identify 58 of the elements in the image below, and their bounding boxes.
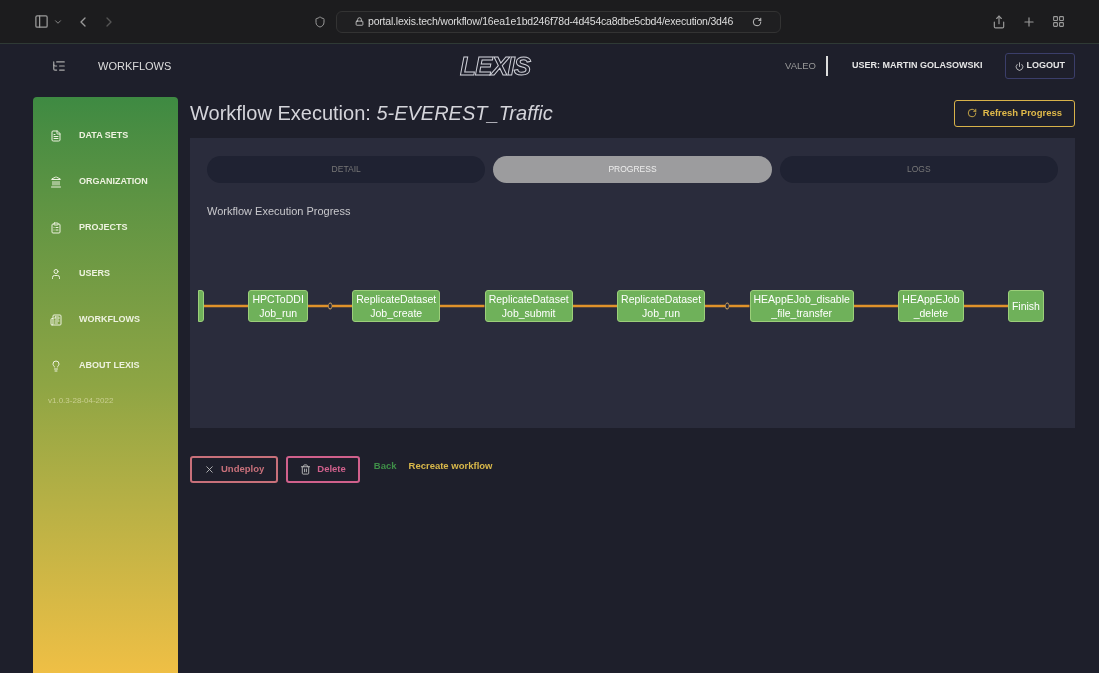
node-label: ReplicateDataset [488, 291, 569, 306]
reload-icon[interactable] [752, 16, 762, 27]
sidebar-item[interactable]: DATA SETS [33, 113, 178, 159]
sidebar-item[interactable]: WORKFLOWS [33, 297, 178, 343]
tab[interactable]: LOGS [779, 156, 1058, 183]
power-icon [1014, 61, 1024, 71]
node-label: HPCToDDI [252, 291, 304, 306]
sheet-icon [50, 314, 62, 326]
node-label: ReplicateDataset [621, 291, 702, 306]
task-node [198, 289, 204, 322]
node-label: _delete [913, 305, 949, 320]
node-label: Job_create [370, 305, 423, 320]
sidebar-item[interactable]: ABOUT LEXIS [33, 343, 178, 389]
url-text: portal.lexis.tech/workflow/16ea1e1bd246f78d-4d454ca8dbe5cbd4/execution/3d46 [368, 13, 734, 29]
close-icon [204, 464, 215, 475]
share-icon[interactable] [992, 14, 1006, 29]
logo: LEXIS [460, 49, 531, 83]
document-icon [50, 130, 62, 142]
node-label: Job_submit [501, 305, 556, 320]
sidebar-item[interactable]: USERS [33, 251, 178, 297]
node-label: HEAppEJob_disable [753, 291, 850, 306]
action-link[interactable]: Recreate workflow [408, 459, 493, 474]
version-label: v1.0.3-28-04-2022 [47, 395, 115, 407]
node-label: Job_run [642, 305, 681, 320]
node-label: _file_transfer [771, 305, 833, 320]
node-label: ReplicateDataset [356, 291, 437, 306]
menu-icon[interactable] [52, 59, 66, 73]
bank-icon [50, 176, 62, 188]
connector-with-dot [307, 301, 353, 310]
new-tab-icon[interactable] [1022, 14, 1036, 29]
action-button[interactable]: Undeploy [190, 456, 279, 483]
action-button[interactable]: Delete [286, 456, 360, 483]
tabs-overview-icon[interactable] [1052, 15, 1065, 28]
trash-icon [300, 464, 312, 475]
sidebar-item[interactable]: ORGANIZATION [33, 159, 178, 205]
sidebar-item[interactable]: PROJECTS [33, 205, 178, 251]
refresh-button[interactable]: Refresh Progress [953, 99, 1075, 127]
address-bar[interactable]: portal.lexis.tech/workflow/16ea1e1bd246f78d-4d454ca8dbe5cbd4/execution/3d46 [336, 10, 781, 33]
lightbulb-icon [50, 360, 62, 372]
connector-with-dot [705, 301, 750, 310]
page-title: Workflow Execution: 5-EVEREST_Traffic [190, 101, 553, 126]
node-label: Finish [1011, 298, 1040, 313]
user-label: USER: MARTIN GOLASOWSKI [852, 59, 983, 73]
clipboard-icon [50, 222, 62, 234]
shield-icon[interactable] [314, 15, 326, 28]
logout-button[interactable]: LOGOUT [1004, 53, 1075, 79]
section-title: WORKFLOWS [98, 58, 172, 74]
refresh-icon [966, 108, 977, 118]
lock-icon [355, 17, 364, 26]
action-link[interactable]: Back [373, 459, 397, 474]
organization-label: VALEO [785, 58, 816, 73]
tab[interactable]: DETAIL [207, 156, 486, 183]
node-label: HEAppEJob [902, 291, 960, 306]
tab[interactable]: PROGRESS [493, 156, 772, 183]
node-label: Job_run [259, 305, 298, 320]
user-icon [50, 268, 62, 280]
sidebar-toggle-icon[interactable] [34, 14, 49, 29]
progress-heading: Workflow Execution Progress [207, 204, 352, 219]
